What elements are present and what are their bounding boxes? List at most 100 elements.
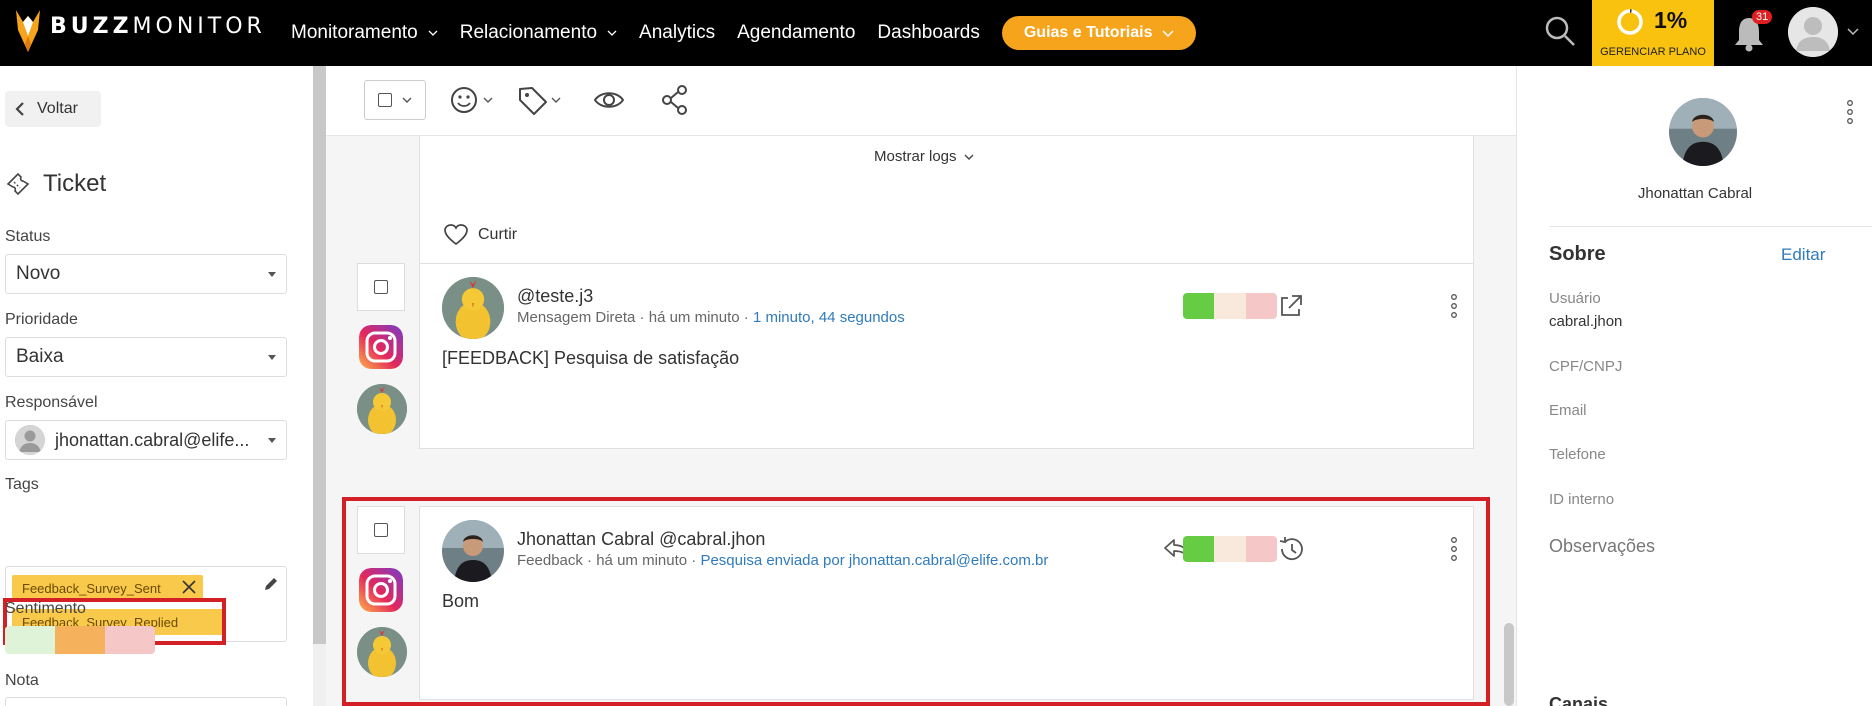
fox-logo-icon [16, 10, 40, 52]
sentiment-neutral[interactable] [1214, 293, 1246, 319]
caret-down-icon [268, 355, 276, 360]
ticket-icon [6, 172, 30, 196]
contact-avatar [357, 384, 407, 434]
left-scrollbar[interactable] [313, 66, 326, 706]
instagram-icon [359, 325, 403, 369]
message-meta: Mensagem Direta · há um minuto · 1 minut… [517, 309, 905, 326]
nav-monitoramento[interactable]: Monitoramento [291, 22, 438, 44]
sentiment-negative[interactable] [105, 626, 155, 654]
message-body: [FEEDBACK] Pesquisa de satisfação [442, 348, 740, 368]
chevron-down-icon [1162, 30, 1175, 38]
pencil-icon[interactable] [263, 576, 279, 592]
sentiment-positive[interactable] [5, 626, 55, 654]
caret-down-icon [268, 438, 276, 443]
owner-select[interactable]: jhonattan.cabral@elife... [5, 420, 287, 460]
main-nav: Monitoramento Relacionamento Analytics A… [291, 0, 1197, 66]
owner-avatar [15, 425, 45, 455]
status-label: Status [5, 228, 51, 245]
feed-scrollbar[interactable] [1502, 136, 1516, 706]
scrollbar-thumb[interactable] [313, 66, 326, 644]
tag-icon[interactable] [516, 83, 564, 117]
user-silhouette-icon [1788, 7, 1838, 57]
search-icon[interactable] [1544, 15, 1576, 47]
scrollbar-thumb[interactable] [1504, 623, 1514, 706]
ticket-title: Ticket [5, 170, 106, 198]
chevron-down-icon[interactable] [1847, 26, 1859, 36]
field-value-user: cabral.jhon [1549, 313, 1623, 330]
owner-label: Responsável [5, 394, 98, 411]
message-author-avatar [442, 277, 504, 339]
nav-relacionamento[interactable]: Relacionamento [460, 22, 617, 44]
contact-name: Jhonattan Cabral [1637, 185, 1753, 202]
edit-link[interactable]: Editar [1781, 245, 1825, 265]
message-sentiment-selector[interactable] [1183, 293, 1277, 319]
person-photo-icon [1669, 98, 1737, 166]
message-checkbox[interactable] [357, 263, 405, 311]
top-navbar: BUZZMONITOR Monitoramento Relacionamento… [0, 0, 1872, 76]
field-label-email: Email [1549, 402, 1587, 419]
feed-toolbar [326, 66, 1516, 136]
plan-progress-ring-icon [1617, 9, 1643, 35]
select-all-checkbox[interactable] [364, 80, 426, 120]
channels-section-title: Canais [1549, 694, 1609, 706]
buzzmonitor-logo[interactable]: BUZZMONITOR [14, 6, 266, 56]
nav-dashboards[interactable]: Dashboards [877, 22, 979, 44]
guides-tutorials-button[interactable]: Guias e Tutoriais [1001, 16, 1197, 50]
field-label-cpf-cnpj: CPF/CNPJ [1549, 358, 1623, 375]
show-logs-toggle[interactable]: Mostrar logs [874, 148, 974, 165]
highlight-box-message [342, 497, 1490, 706]
chevron-down-icon [428, 30, 438, 36]
eye-icon[interactable] [592, 83, 626, 117]
message-card: @teste.j3 Mensagem Direta · há um minuto… [419, 263, 1474, 449]
caret-down-icon [268, 272, 276, 277]
plan-percent: 1% [1654, 7, 1688, 33]
like-button[interactable]: Curtir [444, 224, 517, 246]
conversation-feed: Mostrar logs Curtir @teste.j3 Mensagem D… [326, 66, 1516, 706]
contact-profile-avatar [1669, 98, 1737, 166]
heart-icon [444, 224, 468, 246]
field-label-user: Usuário [1549, 290, 1601, 307]
chevron-left-icon [15, 102, 24, 116]
nav-agendamento[interactable]: Agendamento [737, 22, 855, 44]
share-icon[interactable] [660, 83, 690, 117]
back-button[interactable]: Voltar [5, 91, 101, 127]
checkbox-icon [378, 93, 392, 107]
nav-analytics[interactable]: Analytics [639, 22, 715, 44]
duck-avatar-icon [357, 384, 407, 434]
sentiment-neutral[interactable] [55, 626, 105, 654]
priority-label: Prioridade [5, 311, 78, 328]
plan-usage-widget[interactable]: 1% GERENCIAR PLANO [1580, 0, 1714, 76]
about-section-title: Sobre [1549, 243, 1606, 265]
note-input[interactable] [5, 697, 287, 706]
chevron-down-icon [607, 30, 617, 36]
sentiment-positive[interactable] [1183, 293, 1215, 319]
sentiment-selector[interactable] [5, 626, 155, 654]
notification-badge: 31 [1752, 10, 1773, 24]
user-silhouette-icon [15, 425, 45, 455]
sentiment-label: Sentimento [5, 600, 86, 617]
tags-label: Tags [5, 476, 39, 493]
emoji-icon[interactable] [448, 83, 496, 117]
message-author[interactable]: @teste.j3 [517, 286, 593, 307]
close-icon[interactable] [181, 579, 197, 595]
note-label: Nota [5, 672, 39, 689]
response-time-link[interactable]: 1 minuto, 44 segundos [753, 309, 905, 326]
notes-label: Observações [1549, 536, 1656, 556]
chevron-down-icon [402, 97, 412, 103]
status-select[interactable]: Novo [5, 254, 287, 294]
field-label-phone: Telefone [1549, 446, 1606, 463]
user-avatar[interactable] [1788, 7, 1838, 57]
external-link-icon[interactable] [1278, 293, 1304, 319]
checkbox-icon [374, 280, 388, 294]
duck-avatar-icon [442, 277, 504, 339]
more-options-icon[interactable] [1451, 294, 1457, 318]
priority-select[interactable]: Baixa [5, 337, 287, 377]
divider [1549, 226, 1872, 227]
brand-name: BUZZMONITOR [50, 13, 266, 39]
field-label-internal-id: ID interno [1549, 491, 1615, 508]
more-options-icon[interactable] [1847, 100, 1853, 124]
previous-message-card: Mostrar logs Curtir [419, 136, 1474, 272]
contact-panel: Jhonattan Cabral Sobre Editar Usuário ca… [1516, 66, 1872, 706]
sentiment-negative[interactable] [1245, 293, 1277, 319]
chevron-down-icon [964, 154, 974, 160]
